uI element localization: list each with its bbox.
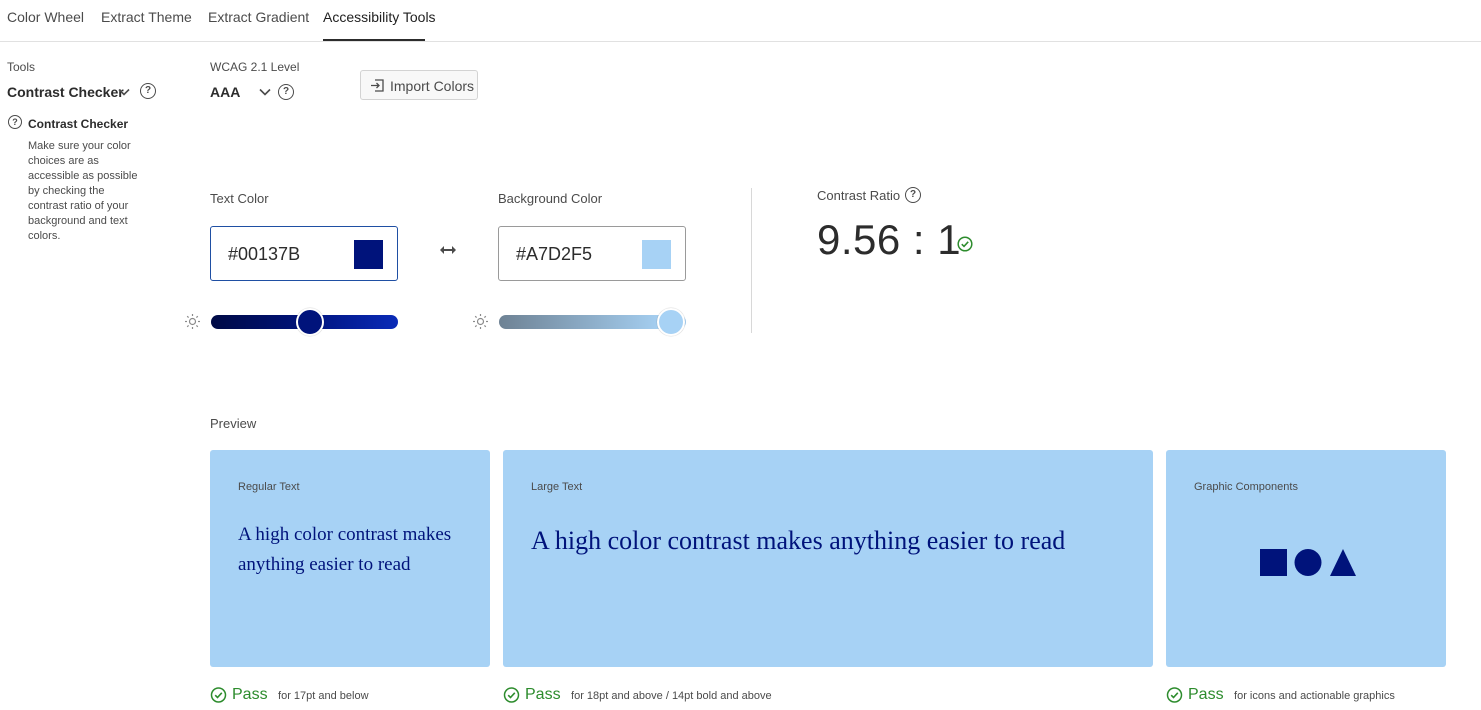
help-icon: ?	[8, 115, 22, 129]
pass-status: Pass	[1188, 686, 1224, 703]
help-description: Make sure your color choices are as acce…	[28, 140, 138, 242]
tab-bar: Color Wheel Extract Theme Extract Gradie…	[0, 0, 1481, 42]
contrast-ratio-label: Contrast Ratio	[817, 188, 901, 203]
preview-card-large-text: Large Text A high color contrast makes a…	[503, 450, 1153, 667]
check-circle-icon	[210, 687, 227, 703]
result-graphic-components: Pass for icons and actionable graphics	[1166, 686, 1395, 704]
tab-extract-gradient[interactable]: Extract Gradient	[208, 9, 309, 25]
text-color-input[interactable]: #00137B	[210, 226, 398, 281]
chevron-down-icon[interactable]	[259, 88, 271, 96]
help-icon[interactable]: ?	[905, 187, 921, 203]
swap-icon[interactable]	[438, 244, 458, 256]
tab-accessibility-tools[interactable]: Accessibility Tools	[323, 9, 436, 25]
help-title: Contrast Checker	[28, 117, 129, 131]
active-tab-indicator	[323, 39, 425, 41]
wcag-level-select[interactable]: AAA	[210, 84, 240, 100]
check-circle-icon	[1166, 687, 1183, 703]
graphic-shapes	[1260, 549, 1356, 576]
large-text-sample: A high color contrast makes anything eas…	[531, 526, 1066, 555]
background-color-value[interactable]: #A7D2F5	[516, 244, 592, 265]
import-colors-button[interactable]: Import Colors	[360, 70, 478, 100]
import-colors-label: Import Colors	[390, 78, 475, 94]
triangle-shape	[1330, 549, 1356, 576]
preview-card-graphic-components: Graphic Components	[1166, 450, 1446, 667]
pass-note: for icons and actionable graphics	[1234, 690, 1395, 702]
circle-shape	[1294, 549, 1322, 576]
brightness-icon	[473, 314, 488, 329]
result-regular-text: Pass for 17pt and below	[210, 686, 369, 704]
import-icon	[371, 79, 384, 92]
pass-status: Pass	[525, 686, 561, 703]
result-large-text: Pass for 18pt and above / 14pt bold and …	[503, 686, 772, 704]
card-caption: Graphic Components	[1194, 481, 1298, 493]
brightness-icon	[185, 314, 200, 329]
chevron-down-icon[interactable]	[118, 88, 130, 96]
help-icon[interactable]: ?	[278, 84, 294, 100]
pass-note: for 17pt and below	[278, 690, 369, 702]
background-color-label: Background Color	[498, 191, 603, 206]
text-color-swatch[interactable]	[354, 240, 383, 269]
check-circle-icon	[503, 687, 520, 703]
tab-extract-theme[interactable]: Extract Theme	[101, 9, 192, 25]
text-color-value[interactable]: #00137B	[228, 244, 300, 265]
tool-select[interactable]: Contrast Checker	[7, 84, 124, 100]
tools-label: Tools	[7, 60, 36, 74]
contrast-ratio-value: 9.56 : 1	[817, 216, 962, 263]
square-shape	[1260, 549, 1287, 576]
help-icon[interactable]: ?	[140, 83, 156, 99]
card-caption: Regular Text	[238, 481, 300, 493]
text-color-label: Text Color	[210, 191, 269, 206]
background-color-swatch[interactable]	[642, 240, 671, 269]
check-circle-icon	[957, 236, 973, 252]
background-brightness-slider-thumb[interactable]	[657, 308, 686, 336]
regular-text-sample: A high color contrast makes anything eas…	[238, 524, 452, 575]
wcag-label: WCAG 2.1 Level	[210, 60, 300, 74]
text-brightness-slider-thumb[interactable]	[296, 308, 325, 336]
preview-card-regular-text: Regular Text A high color contrast makes…	[210, 450, 490, 667]
background-color-input[interactable]: #A7D2F5	[498, 226, 686, 281]
card-caption: Large Text	[531, 481, 583, 493]
pass-note: for 18pt and above / 14pt bold and above	[571, 690, 772, 702]
section-divider	[751, 188, 752, 333]
pass-status: Pass	[232, 686, 268, 703]
preview-label: Preview	[210, 416, 257, 431]
tab-color-wheel[interactable]: Color Wheel	[7, 9, 84, 25]
